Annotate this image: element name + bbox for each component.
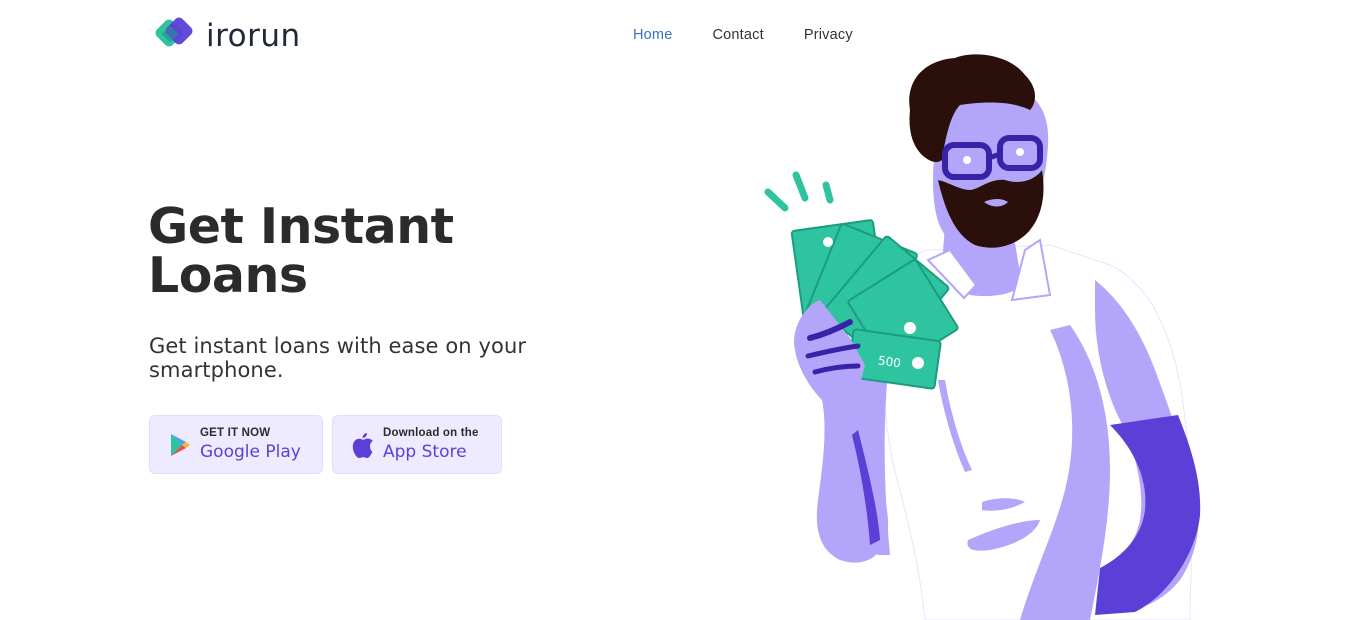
app-store-small-label: Download on the [383, 426, 479, 439]
hero-title-line-2: Loans [148, 247, 308, 304]
brand-name: irorun [206, 17, 301, 54]
google-play-label: Google Play [200, 441, 301, 462]
app-store-button[interactable]: Download on the App Store [332, 415, 502, 474]
nav-home[interactable]: Home [633, 27, 672, 43]
hero-title: Get Instant Loans [148, 202, 588, 300]
google-play-icon [168, 432, 192, 458]
nav-privacy[interactable]: Privacy [804, 27, 853, 43]
landing-page: irorun Home Contact Privacy Get Instant … [0, 0, 1347, 620]
apple-icon [351, 432, 375, 458]
google-play-small-label: GET IT NOW [200, 426, 271, 439]
hero-illustration: 500 [750, 50, 1220, 620]
app-store-label: App Store [383, 441, 467, 462]
hero-subtitle: Get instant loans with ease on your smar… [149, 334, 527, 382]
google-play-button[interactable]: GET IT NOW Google Play [149, 415, 323, 474]
logo-icon [148, 16, 196, 58]
brand-logo[interactable]: irorun [148, 16, 301, 58]
main-nav: Home Contact Privacy [633, 27, 893, 43]
nav-contact[interactable]: Contact [712, 27, 763, 43]
